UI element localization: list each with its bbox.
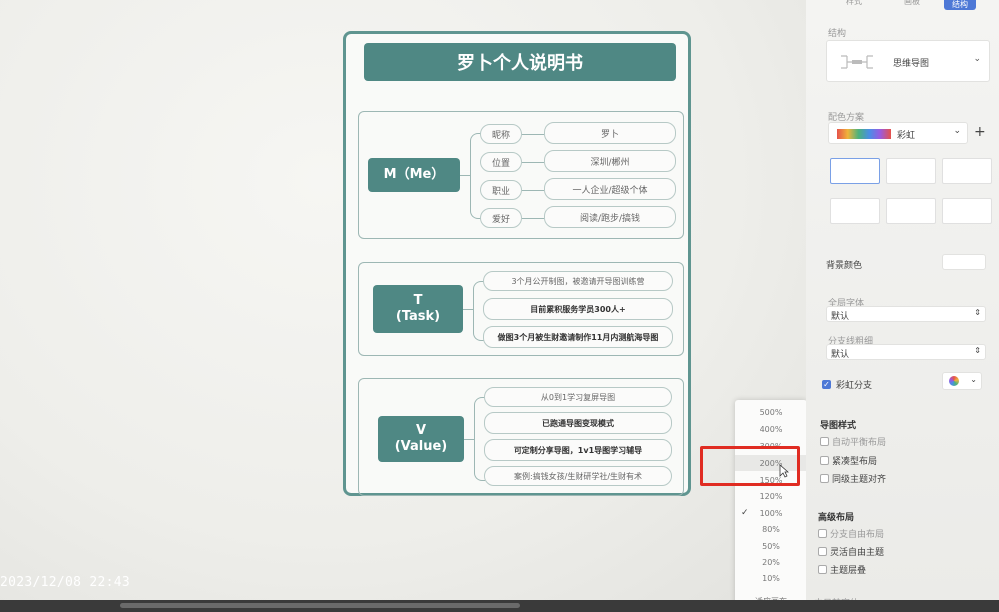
value-item[interactable]: 已跑通导图变现模式 (484, 412, 672, 434)
zoom-option[interactable]: 50% (735, 538, 807, 554)
mind-map-title[interactable]: 罗卜个人说明书 (364, 43, 676, 81)
task-item[interactable]: 3个月公开制图，被邀请开导图训练营 (483, 271, 673, 291)
root-task-line2: (Task) (395, 309, 441, 324)
structure-label: 结构 (828, 29, 847, 39)
connector (522, 162, 544, 163)
highlight-box (700, 446, 800, 486)
color-scheme-value: 彩虹 (897, 131, 916, 141)
zoom-dropdown[interactable]: 500% 400% 300% 200% 150% 120% ✓ 100% 80%… (735, 400, 807, 612)
value-pill[interactable]: 罗卜 (544, 122, 676, 144)
root-task[interactable]: T (Task) (373, 285, 463, 333)
flexible-free-label: 灵活自由主题 (830, 548, 885, 558)
section-task: T (Task) 3个月公开制图，被邀请开导图训练营 目前累积服务学员300人+… (358, 262, 684, 356)
zoom-option[interactable]: 120% (735, 488, 807, 504)
task-item[interactable]: 做图3个月被生财邀请制作11月内测航海导图 (483, 326, 673, 348)
zoom-option-selected[interactable]: ✓ 100% (735, 505, 807, 521)
branch-line-select[interactable]: 默认 ⇕ (826, 344, 986, 360)
value-item[interactable]: 可定制分享导图，1v1导图学习辅导 (484, 439, 672, 461)
color-scheme-select[interactable]: 彩虹 ⌄ (828, 122, 968, 144)
color-wheel-icon (949, 376, 959, 386)
task-item[interactable]: 目前累积服务学员300人+ (483, 298, 673, 320)
connector (522, 134, 544, 135)
key-pill[interactable]: 爱好 (480, 208, 522, 228)
auto-balance-label: 自动平衡布局 (832, 438, 887, 448)
zoom-option-label: 100% (759, 508, 783, 518)
mindmap-structure-icon (841, 55, 873, 69)
connector (474, 397, 485, 481)
structure-select[interactable]: 思维导图 ⌄ (826, 40, 990, 82)
root-task-line1: T (413, 293, 423, 309)
value-pill[interactable]: 阅读/跑步/搞钱 (544, 206, 676, 228)
scheme-thumb[interactable] (942, 198, 992, 224)
tab-canvas[interactable]: 画板 (904, 0, 920, 7)
connector (464, 439, 474, 440)
topic-stack-checkbox[interactable] (818, 565, 827, 574)
compact-layout-label: 紧凑型布局 (832, 457, 878, 467)
connector (522, 190, 544, 191)
zoom-option[interactable]: 80% (735, 521, 807, 537)
connector (460, 175, 470, 176)
connector (470, 133, 481, 219)
key-pill[interactable]: 昵称 (480, 124, 522, 144)
tab-structure[interactable]: 结构 (944, 0, 976, 10)
key-pill[interactable]: 职业 (480, 180, 522, 200)
branch-line-value: 默认 (831, 350, 850, 360)
global-font-value: 默认 (831, 312, 850, 322)
value-pill[interactable]: 深圳/郴州 (544, 150, 676, 172)
root-value[interactable]: V (Value) (378, 416, 464, 462)
value-item[interactable]: 从0到1学习复屏导图 (484, 387, 672, 407)
zoom-option[interactable]: 400% (735, 421, 807, 437)
zoom-option[interactable]: 20% (735, 554, 807, 570)
connector (463, 309, 473, 310)
key-pill[interactable]: 位置 (480, 152, 522, 172)
panel-tabs: 样式 画板 结构 (806, 0, 999, 10)
compact-layout-checkbox[interactable] (820, 456, 829, 465)
root-me[interactable]: M（Me） (368, 158, 460, 192)
branch-free-checkbox[interactable] (818, 529, 827, 538)
chevron-down-icon: ⌄ (953, 126, 961, 136)
updown-icon: ⇕ (974, 308, 981, 317)
chevron-down-icon: ⌄ (970, 375, 977, 384)
root-value-line2: (Value) (394, 439, 448, 454)
connector (522, 218, 544, 219)
chevron-down-icon: ⌄ (973, 54, 981, 64)
topic-stack-label: 主题层叠 (830, 566, 867, 576)
scheme-thumb[interactable] (886, 198, 936, 224)
rainbow-branch-checkbox[interactable]: ✓ (822, 380, 831, 389)
zoom-option[interactable]: 10% (735, 570, 807, 586)
tab-style[interactable]: 样式 (846, 0, 862, 7)
auto-balance-checkbox[interactable] (820, 437, 829, 446)
advanced-layout-heading: 高级布局 (818, 513, 855, 523)
value-pill[interactable]: 一人企业/超级个体 (544, 178, 676, 200)
right-panel: 样式 画板 结构 结构 思维导图 ⌄ 配色方案 彩虹 ⌄ + 背景颜色 全局字体… (806, 0, 999, 609)
structure-value: 思维导图 (893, 59, 930, 69)
same-level-align-label: 同级主题对齐 (832, 475, 887, 485)
section-value: V (Value) 从0到1学习复屏导图 已跑通导图变现模式 可定制分享导图，1… (358, 378, 684, 496)
check-icon: ✓ (741, 508, 749, 518)
scrollbar-thumb[interactable] (120, 603, 520, 608)
scheme-thumb[interactable] (942, 158, 992, 184)
scheme-thumb[interactable] (830, 198, 880, 224)
rainbow-color-picker[interactable]: ⌄ (942, 372, 982, 390)
global-font-select[interactable]: 默认 ⇕ (826, 306, 986, 322)
updown-icon: ⇕ (974, 346, 981, 355)
rainbow-swatch-icon (837, 129, 891, 139)
mind-map-card[interactable]: 罗卜个人说明书 M（Me） 昵称 位置 职业 爱好 罗卜 深圳/郴州 一人企业/… (343, 31, 691, 496)
section-me: M（Me） 昵称 位置 职业 爱好 罗卜 深圳/郴州 一人企业/超级个体 阅读/… (358, 111, 684, 239)
flexible-free-checkbox[interactable] (818, 547, 827, 556)
map-style-heading: 导图样式 (820, 421, 857, 431)
bottom-scrollbar[interactable] (0, 600, 999, 612)
add-scheme-button[interactable]: + (974, 124, 986, 140)
scheme-thumb[interactable] (886, 158, 936, 184)
bg-color-label: 背景颜色 (826, 261, 863, 271)
bg-color-swatch[interactable] (942, 254, 986, 270)
same-level-align-checkbox[interactable] (820, 474, 829, 483)
rainbow-branch-label: 彩虹分支 (836, 381, 873, 391)
branch-free-label: 分支自由布局 (830, 530, 885, 540)
value-item[interactable]: 案例:搞钱女孩/生财研学社/生财有术 (484, 466, 672, 486)
zoom-option[interactable]: 500% (735, 404, 807, 420)
photo-timestamp: 2023/12/08 22:43 (0, 575, 131, 590)
scheme-thumb[interactable] (830, 158, 880, 184)
root-value-line1: V (415, 423, 427, 439)
